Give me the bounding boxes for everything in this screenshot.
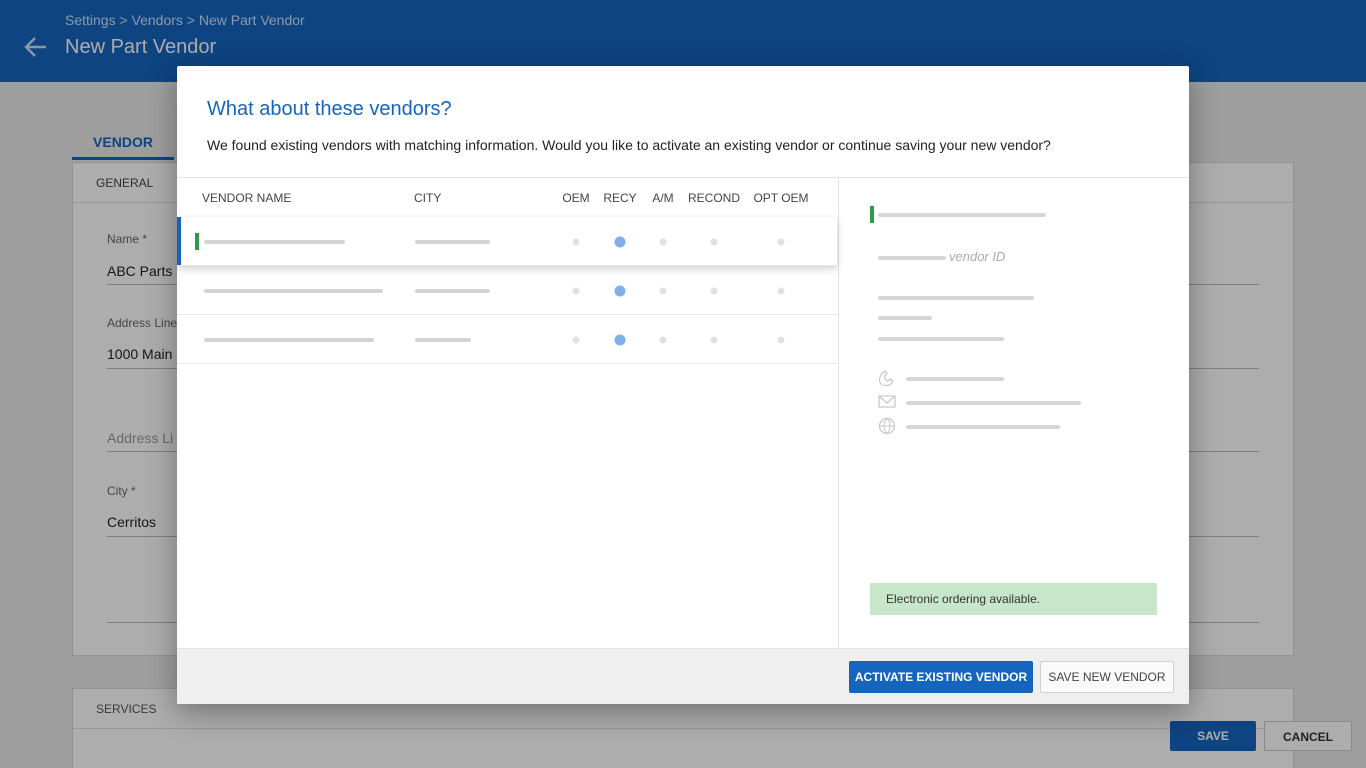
city-placeholder [415,240,490,244]
col-am[interactable]: A/M [652,191,673,205]
inactive-opt-oem-dot [777,238,785,246]
inactive-oem-dot [572,336,580,344]
address-placeholder [878,316,932,320]
city-placeholder [415,289,490,293]
vendor-name-placeholder [204,289,383,293]
vendor-id-placeholder [878,256,946,260]
vendor-match-dialog: What about these vendors? We found exist… [177,66,1189,704]
dialog-title: What about these vendors? [207,98,452,120]
selected-indicator [177,217,181,265]
vendor-list: VENDOR NAME CITY OEM RECY A/M RECOND OPT… [177,178,838,648]
vendor-detail: vendor ID Electronic ordering available. [839,178,1189,648]
table-header: VENDOR NAME CITY OEM RECY A/M RECOND OPT… [177,178,837,218]
email-icon [878,395,896,408]
table-row[interactable] [177,266,837,315]
vendor-name-placeholder [204,338,374,342]
inactive-recond-dot [710,238,718,246]
status-indicator [870,206,874,223]
vendor-name-placeholder [878,213,1046,217]
inactive-recond-dot [710,287,718,295]
col-recy[interactable]: RECY [603,191,636,205]
address-placeholder [878,337,1004,341]
inactive-recond-dot [710,336,718,344]
email-placeholder [906,401,1081,405]
inactive-oem-dot [572,238,580,246]
website-placeholder [906,425,1060,429]
activate-existing-vendor-button[interactable]: ACTIVATE EXISTING VENDOR [849,661,1033,693]
inactive-am-dot [659,287,667,295]
save-new-vendor-button[interactable]: SAVE NEW VENDOR [1040,661,1174,693]
table-row[interactable] [177,217,837,266]
dialog-footer: ACTIVATE EXISTING VENDOR SAVE NEW VENDOR [177,648,1189,704]
dialog-subtitle: We found existing vendors with matching … [207,137,1051,153]
inactive-am-dot [659,336,667,344]
col-vendor-name[interactable]: VENDOR NAME [202,191,291,205]
active-recy-dot [614,285,626,297]
col-recond[interactable]: RECOND [688,191,740,205]
vendor-id-label: vendor ID [949,249,1006,264]
status-indicator [195,233,199,250]
col-city[interactable]: CITY [414,191,441,205]
electronic-ordering-badge: Electronic ordering available. [870,583,1157,615]
active-recy-dot [614,236,626,248]
web-icon [878,417,896,435]
inactive-oem-dot [572,287,580,295]
col-opt-oem[interactable]: OPT OEM [753,191,808,205]
active-recy-dot [614,334,626,346]
phone-placeholder [906,377,1004,381]
table-row[interactable] [177,315,837,364]
inactive-am-dot [659,238,667,246]
city-placeholder [415,338,471,342]
inactive-opt-oem-dot [777,287,785,295]
col-oem[interactable]: OEM [562,191,589,205]
vendor-name-placeholder [204,240,345,244]
inactive-opt-oem-dot [777,336,785,344]
phone-icon [879,370,894,386]
address-placeholder [878,296,1034,300]
